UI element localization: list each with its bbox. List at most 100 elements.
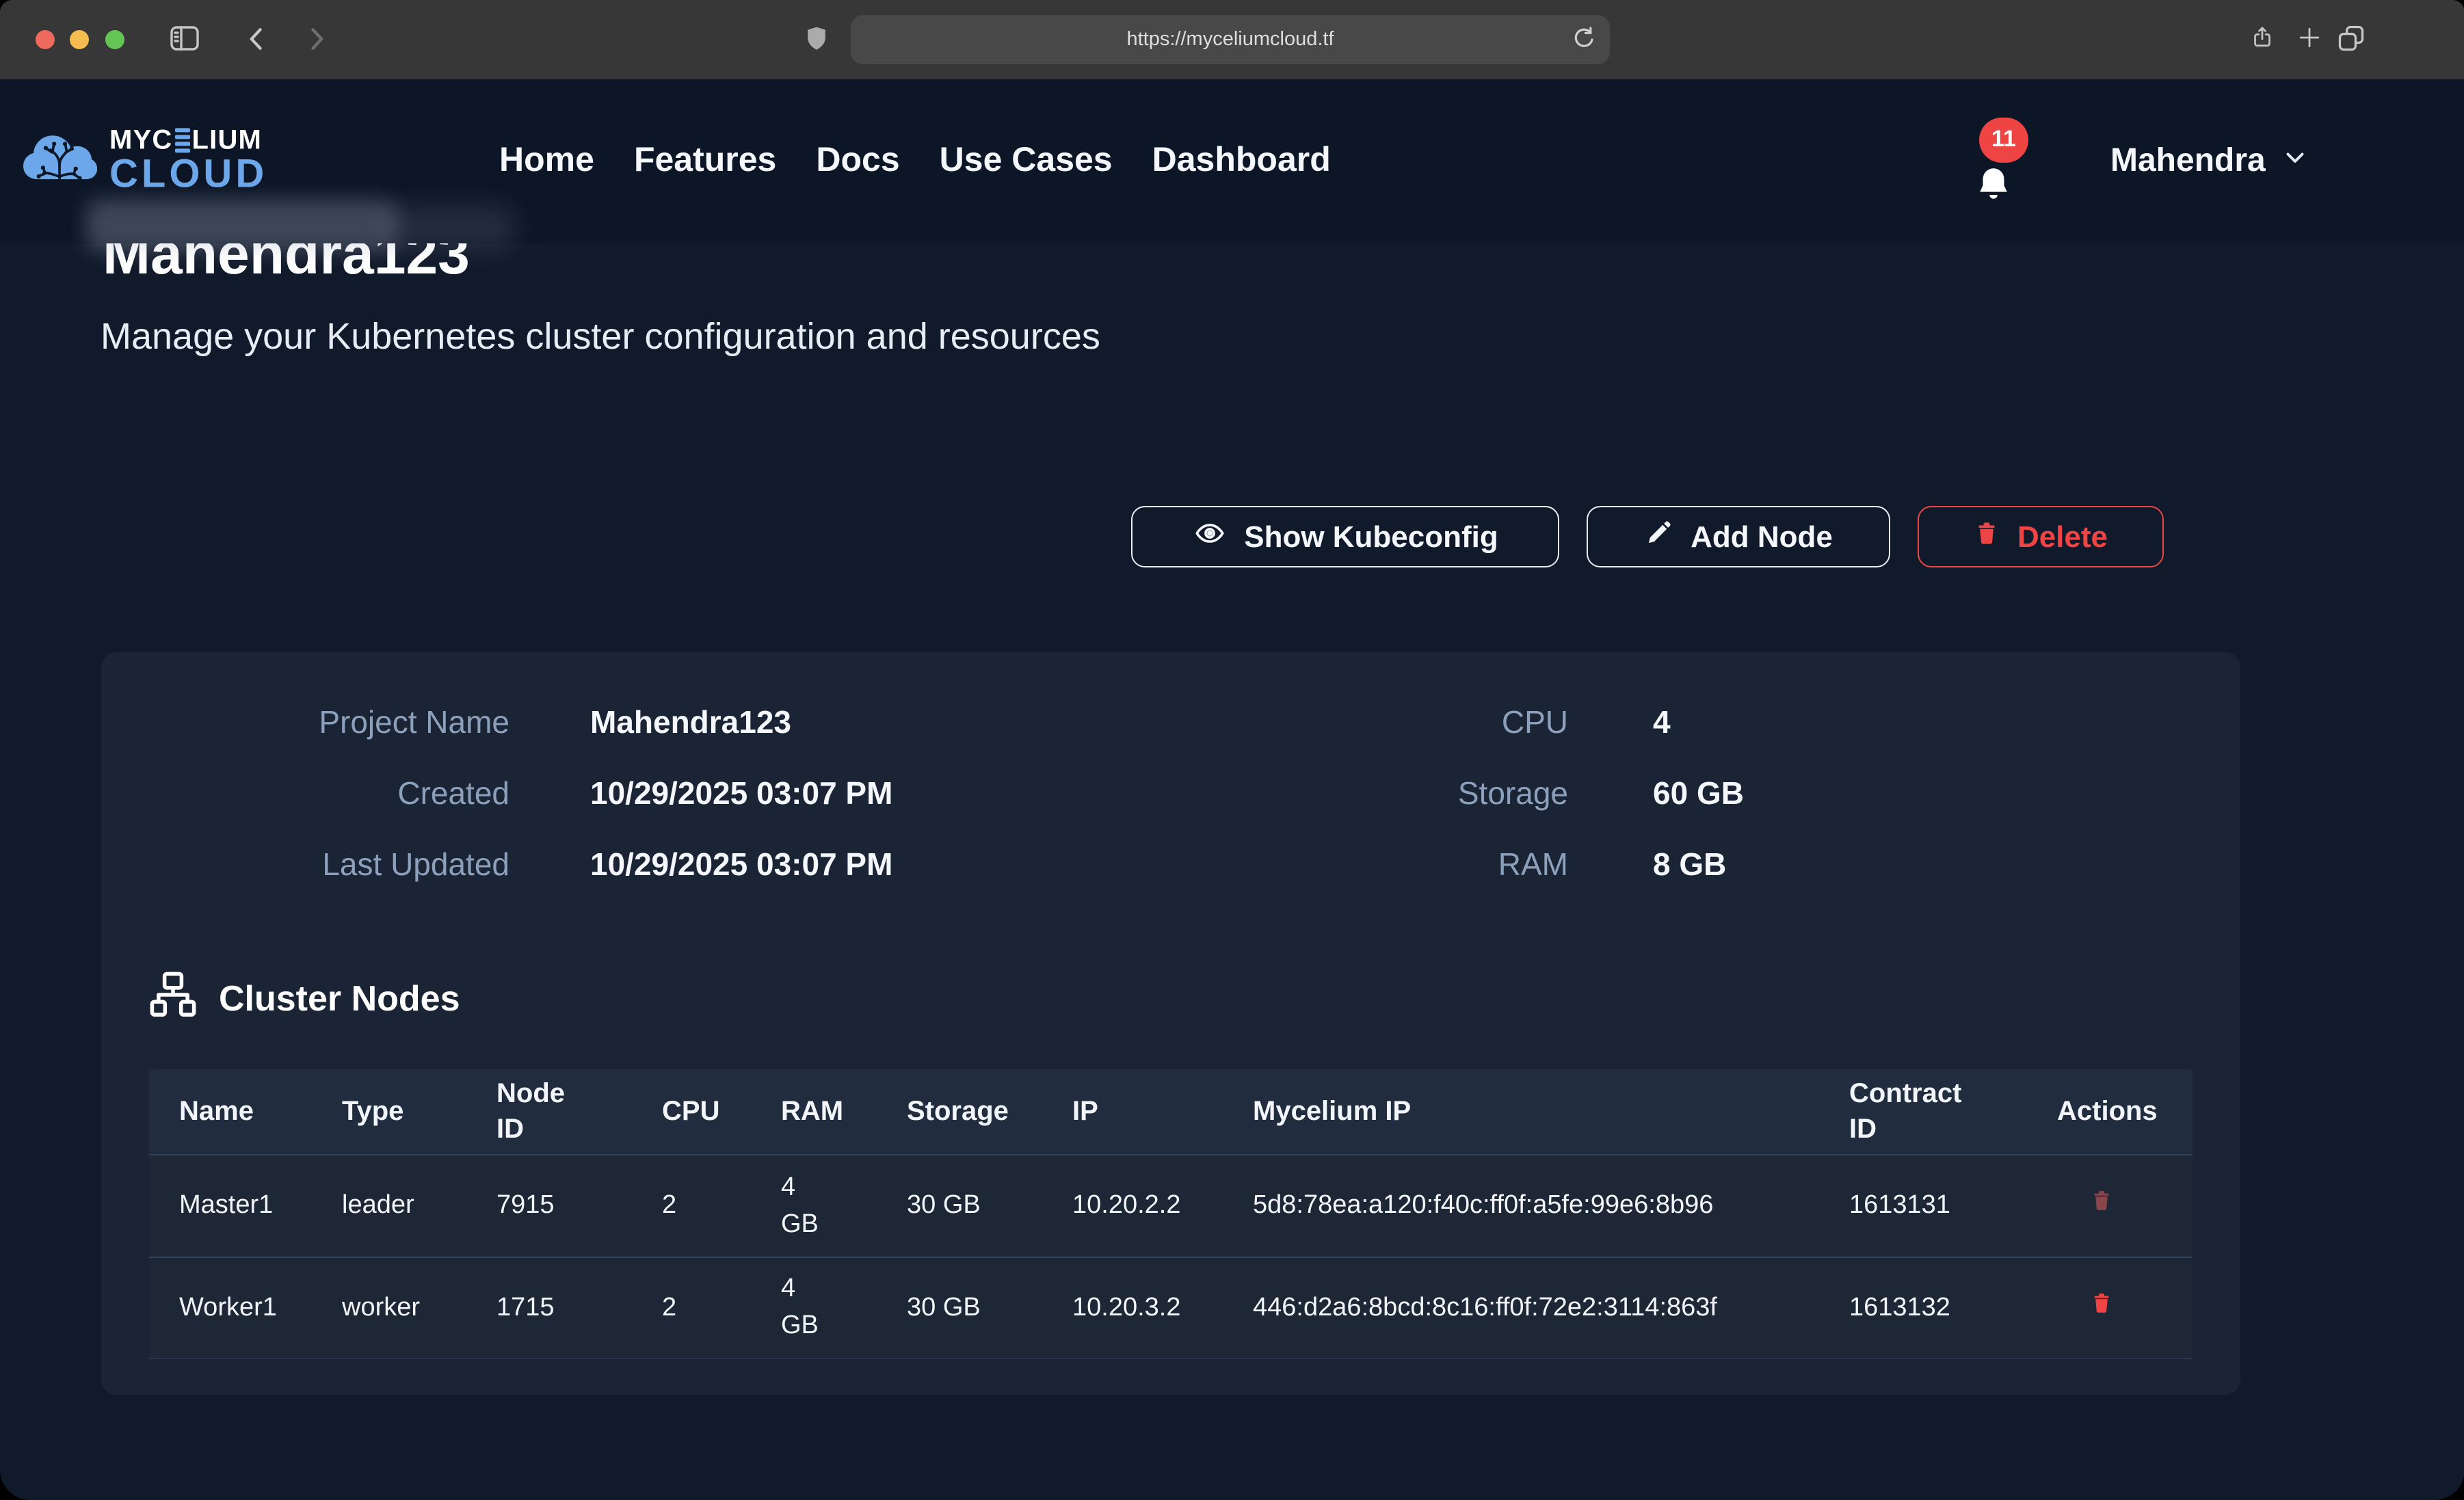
detail-value: 10/29/2025 03:07 PM <box>590 846 892 883</box>
nav-item-home[interactable]: Home <box>499 141 594 180</box>
delete-node-icon[interactable] <box>2090 1188 2113 1224</box>
sidebar-toggle-icon[interactable] <box>167 22 202 62</box>
detail-row-last-updated: Last Updated 10/29/2025 03:07 PM <box>101 840 892 889</box>
page-subtitle: Manage your Kubernetes cluster configura… <box>101 316 1100 358</box>
detail-value: 4 <box>1653 704 1671 740</box>
window-zoom-button[interactable] <box>105 30 124 49</box>
delete-node-icon[interactable] <box>2090 1289 2113 1326</box>
show-kubeconfig-button[interactable]: Show Kubeconfig <box>1131 506 1559 567</box>
network-nodes-icon <box>149 971 197 1026</box>
col-header-ip: IP <box>1042 1069 1223 1155</box>
col-header-contract-id: Contract ID <box>1819 1069 2027 1155</box>
cell-storage: 30 GB <box>877 1257 1042 1358</box>
cell-ram: 4 GB <box>751 1155 877 1257</box>
cell-cpu: 2 <box>632 1257 751 1358</box>
address-bar-url: https://myceliumcloud.tf <box>1127 28 1334 50</box>
share-icon[interactable] <box>2250 21 2275 60</box>
detail-value: 60 GB <box>1653 775 1744 812</box>
forward-icon[interactable] <box>301 23 331 62</box>
cell-actions <box>2027 1257 2193 1358</box>
nav-item-use-cases[interactable]: Use Cases <box>940 141 1113 180</box>
detail-label: RAM <box>1158 846 1568 883</box>
table-row: Worker1 worker 1715 2 4 GB 30 GB 10.20.3… <box>149 1257 2193 1358</box>
cell-cpu: 2 <box>632 1155 751 1257</box>
detail-label: Created <box>101 775 509 812</box>
detail-row-storage: Storage 60 GB <box>1158 768 1744 818</box>
detail-label: CPU <box>1158 704 1568 740</box>
col-header-storage: Storage <box>877 1069 1042 1155</box>
notifications-button[interactable]: 11 <box>1974 117 2034 207</box>
safari-window: https://myceliumcloud.tf <box>0 0 2464 1500</box>
site-navbar: MYCLIUM CLOUD Home Features Docs Use Cas… <box>0 79 2464 243</box>
cluster-nodes-heading: Cluster Nodes <box>149 974 460 1023</box>
details-left-column: Project Name Mahendra123 Created 10/29/2… <box>101 697 892 911</box>
cluster-nodes-table: Name Type Node ID CPU RAM Storage IP Myc… <box>149 1069 2193 1359</box>
trash-icon <box>1974 518 2000 555</box>
cell-actions <box>2027 1155 2193 1257</box>
col-header-ram: RAM <box>751 1069 877 1155</box>
cell-storage: 30 GB <box>877 1155 1042 1257</box>
stage: https://myceliumcloud.tf <box>0 0 2464 1500</box>
brand-logo[interactable]: MYCLIUM CLOUD <box>22 126 267 195</box>
new-tab-icon[interactable] <box>2298 26 2321 56</box>
cell-name: Master1 <box>149 1155 312 1257</box>
table-header-row: Name Type Node ID CPU RAM Storage IP Myc… <box>149 1069 2193 1155</box>
stylized-e-icon <box>175 129 190 152</box>
window-minimize-button[interactable] <box>70 30 89 49</box>
delete-cluster-button[interactable]: Delete <box>1918 506 2164 567</box>
detail-row-ram: RAM 8 GB <box>1158 840 1744 889</box>
cell-ip: 10.20.3.2 <box>1042 1257 1223 1358</box>
cell-type: leader <box>312 1155 466 1257</box>
browser-chrome: https://myceliumcloud.tf <box>0 0 2464 80</box>
detail-value: 10/29/2025 03:07 PM <box>590 775 892 812</box>
eye-icon <box>1192 518 1226 556</box>
brand-line-mycelium: MYCLIUM <box>109 126 267 155</box>
primary-nav: Home Features Docs Use Cases Dashboard <box>499 79 1331 243</box>
nav-item-docs[interactable]: Docs <box>816 141 899 180</box>
cell-ip: 10.20.2.2 <box>1042 1155 1223 1257</box>
detail-label: Last Updated <box>101 846 509 883</box>
cell-ram: 4 GB <box>751 1257 877 1358</box>
reload-icon[interactable] <box>1570 25 1598 60</box>
col-header-name: Name <box>149 1069 312 1155</box>
cell-contract-id: 1613131 <box>1819 1155 2027 1257</box>
cell-contract-id: 1613132 <box>1819 1257 2027 1358</box>
cluster-nodes-title: Cluster Nodes <box>219 977 460 1019</box>
col-header-actions: Actions <box>2027 1069 2193 1155</box>
detail-value: 8 GB <box>1653 846 1726 883</box>
pencil-icon <box>1644 518 1673 555</box>
brand-line-cloud: CLOUD <box>109 155 267 195</box>
col-header-mycelium-ip: Mycelium IP <box>1223 1069 1819 1155</box>
mycelium-cloud-logo-icon <box>22 126 97 190</box>
chevron-down-icon <box>2283 145 2308 176</box>
detail-label: Storage <box>1158 775 1568 812</box>
user-menu[interactable]: Mahendra <box>2110 79 2308 243</box>
table-row: Master1 leader 7915 2 4 GB 30 GB 10.20.2… <box>149 1155 2193 1257</box>
tab-overview-icon[interactable] <box>2336 23 2366 60</box>
cell-node-id: 1715 <box>466 1257 632 1358</box>
privacy-shield-icon[interactable] <box>802 22 832 63</box>
detail-label: Project Name <box>101 704 509 740</box>
cell-type: worker <box>312 1257 466 1358</box>
col-header-cpu: CPU <box>632 1069 751 1155</box>
col-header-type: Type <box>312 1069 466 1155</box>
notification-count-badge: 11 <box>1979 117 2028 162</box>
bell-icon <box>1974 161 2013 213</box>
cluster-actions: Show Kubeconfig Add Node Delete <box>1131 506 2164 567</box>
user-name: Mahendra <box>2110 142 2266 180</box>
add-node-button[interactable]: Add Node <box>1587 506 1890 567</box>
cluster-details-panel: Project Name Mahendra123 Created 10/29/2… <box>101 652 2240 1395</box>
detail-row-project-name: Project Name Mahendra123 <box>101 697 892 747</box>
detail-value: Mahendra123 <box>590 704 791 740</box>
nav-item-features[interactable]: Features <box>634 141 776 180</box>
cell-mycelium-ip: 5d8:78ea:a120:f40c:ff0f:a5fe:99e6:8b96 <box>1223 1155 1819 1257</box>
window-close-button[interactable] <box>36 30 55 49</box>
col-header-node-id: Node ID <box>466 1069 632 1155</box>
back-icon[interactable] <box>242 23 272 62</box>
nav-item-dashboard[interactable]: Dashboard <box>1152 141 1331 180</box>
address-bar[interactable]: https://myceliumcloud.tf <box>851 14 1610 64</box>
cell-mycelium-ip: 446:d2a6:8bcd:8c16:ff0f:72e2:3114:863f <box>1223 1257 1819 1358</box>
detail-row-cpu: CPU 4 <box>1158 697 1744 747</box>
cell-node-id: 7915 <box>466 1155 632 1257</box>
detail-row-created: Created 10/29/2025 03:07 PM <box>101 768 892 818</box>
